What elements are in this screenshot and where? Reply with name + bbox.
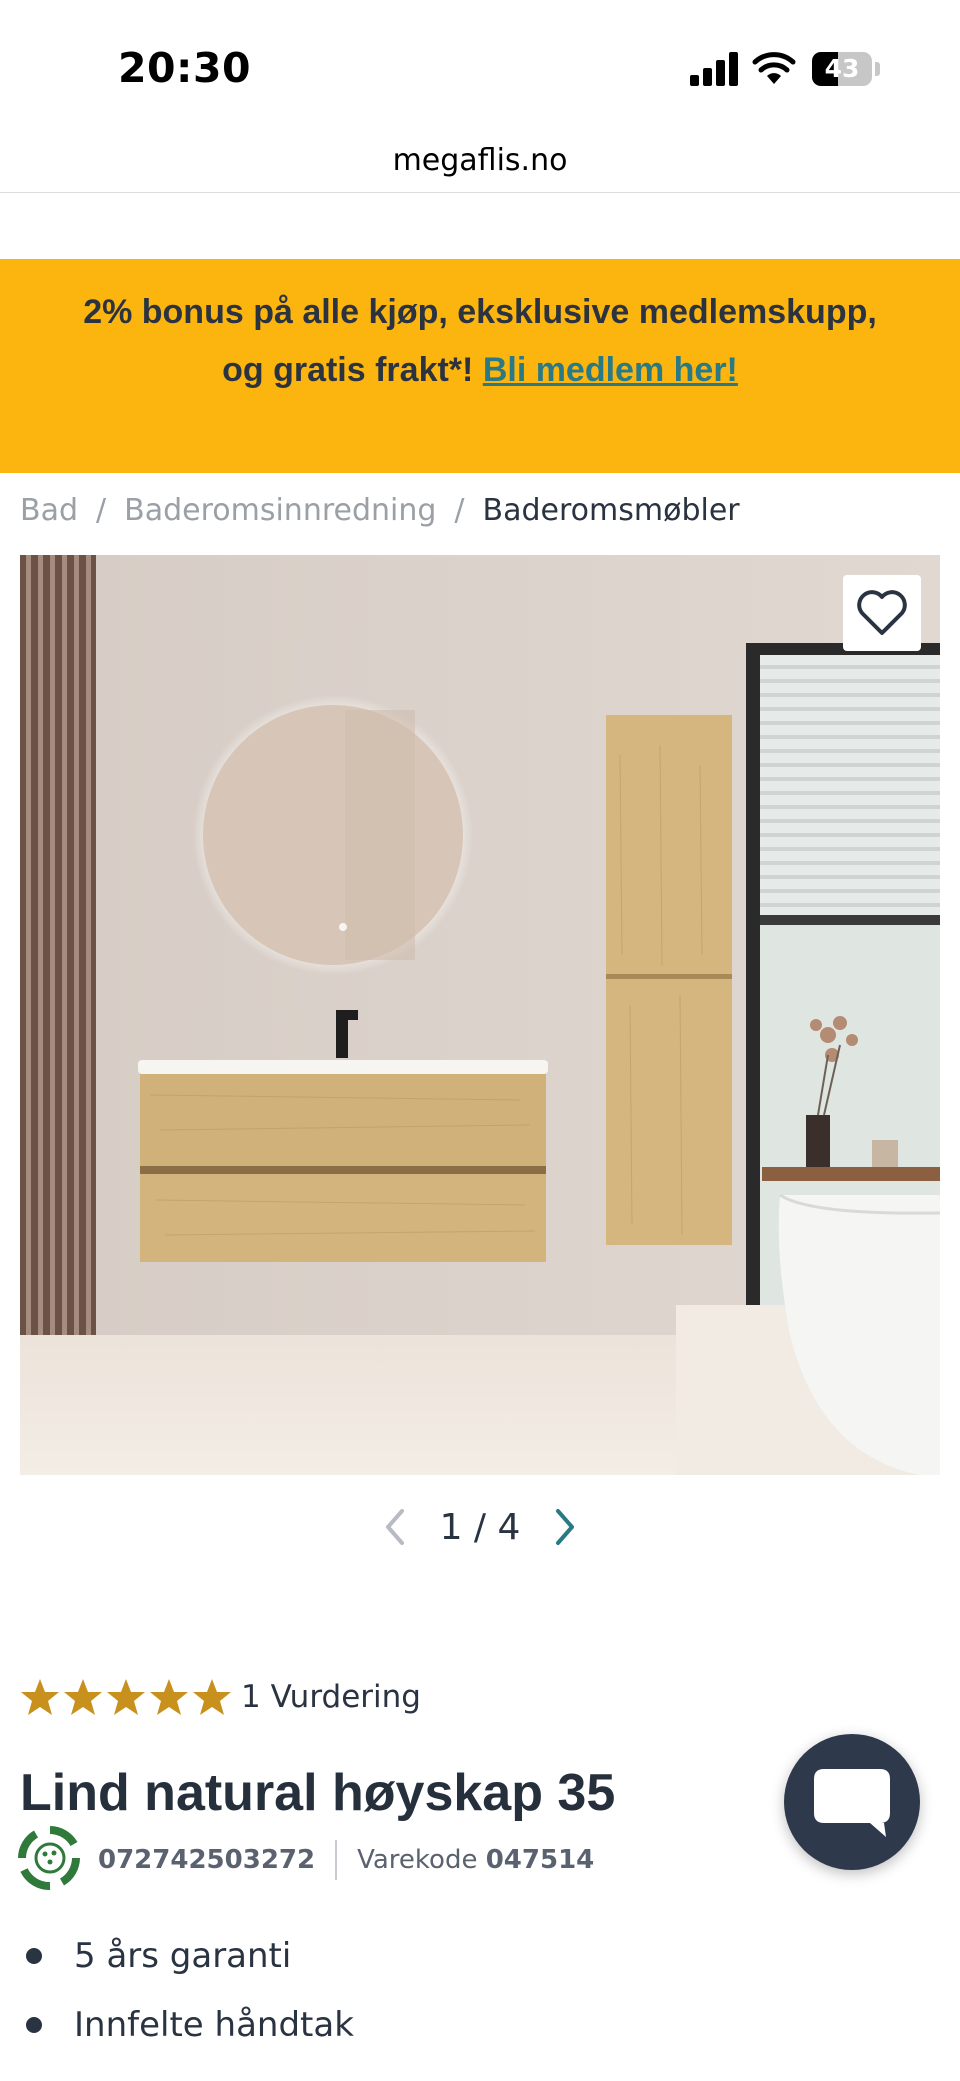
promo-text-block: 2% bonus på alle kjøp, eksklusive medlem… (60, 283, 900, 399)
feature-item: 5 års garanti (20, 1930, 354, 1999)
chat-bubble-icon (814, 1769, 890, 1837)
breadcrumb-item-baderomsinnredning[interactable]: Baderomsinnredning (124, 493, 436, 528)
wifi-icon (752, 52, 796, 84)
gallery-separator: / (473, 1506, 487, 1548)
product-rating[interactable]: 1 Vurdering (20, 1678, 421, 1716)
star-icon (21, 1679, 59, 1715)
promo-banner: 2% bonus på alle kjøp, eksklusive medlem… (0, 259, 960, 473)
gallery-pager: 1 / 4 (0, 1505, 960, 1561)
star-icon (193, 1679, 231, 1715)
bullet-icon (26, 2017, 42, 2033)
status-bar: 20:30 43 (0, 0, 960, 140)
chevron-left-icon[interactable] (380, 1505, 410, 1549)
feature-text: Innfelte håndtak (74, 2005, 354, 2045)
address-bar[interactable]: megaflis.no (0, 130, 960, 193)
star-icon (107, 1679, 145, 1715)
codes-divider (335, 1840, 338, 1880)
status-time: 20:30 (118, 44, 252, 92)
join-membership-link[interactable]: Bli medlem her! (483, 351, 738, 389)
chat-button[interactable] (784, 1734, 920, 1870)
product-image[interactable] (20, 555, 940, 1475)
breadcrumb-item-bad[interactable]: Bad (20, 493, 78, 528)
rating-stars (20, 1678, 235, 1716)
breadcrumb-separator: / (96, 493, 107, 528)
eco-badge[interactable] (14, 1822, 86, 1894)
ean-code: 072742503272 (98, 1845, 316, 1875)
product-codes: 072742503272 Varekode 047514 (98, 1840, 594, 1880)
battery-cap (875, 62, 880, 76)
gallery-counter: 1 / 4 (440, 1507, 521, 1548)
product-title: Lind natural høyskap 35 (20, 1764, 616, 1822)
gallery-current: 1 (439, 1506, 463, 1548)
wishlist-button[interactable] (843, 575, 921, 651)
heart-icon (857, 590, 907, 635)
gallery-total: 4 (497, 1506, 521, 1548)
battery-percent: 43 (824, 54, 860, 83)
sku-label: Varekode (357, 1845, 478, 1875)
sku-value: 047514 (485, 1845, 595, 1875)
feature-item: Innfelte håndtak (20, 1999, 354, 2068)
cellular-signal-icon (690, 52, 738, 86)
breadcrumb: Bad / Baderomsinnredning / Baderomsmøbler (20, 493, 740, 528)
rating-count[interactable]: 1 Vurdering (241, 1679, 421, 1715)
bullet-icon (26, 1948, 42, 1964)
breadcrumb-item-current: Baderomsmøbler (482, 493, 740, 528)
breadcrumb-separator: / (454, 493, 465, 528)
recycle-icon (18, 1826, 80, 1890)
star-icon (150, 1679, 188, 1715)
product-photo (20, 555, 940, 1475)
url-text: megaflis.no (392, 143, 568, 178)
star-icon (64, 1679, 102, 1715)
battery-icon: 43 (812, 52, 872, 86)
promo-text: 2% bonus på alle kjøp, eksklusive medlem… (83, 293, 877, 389)
chevron-right-icon[interactable] (550, 1505, 580, 1549)
feature-list: 5 års garanti Innfelte håndtak (20, 1930, 354, 2068)
feature-text: 5 års garanti (74, 1936, 292, 1976)
